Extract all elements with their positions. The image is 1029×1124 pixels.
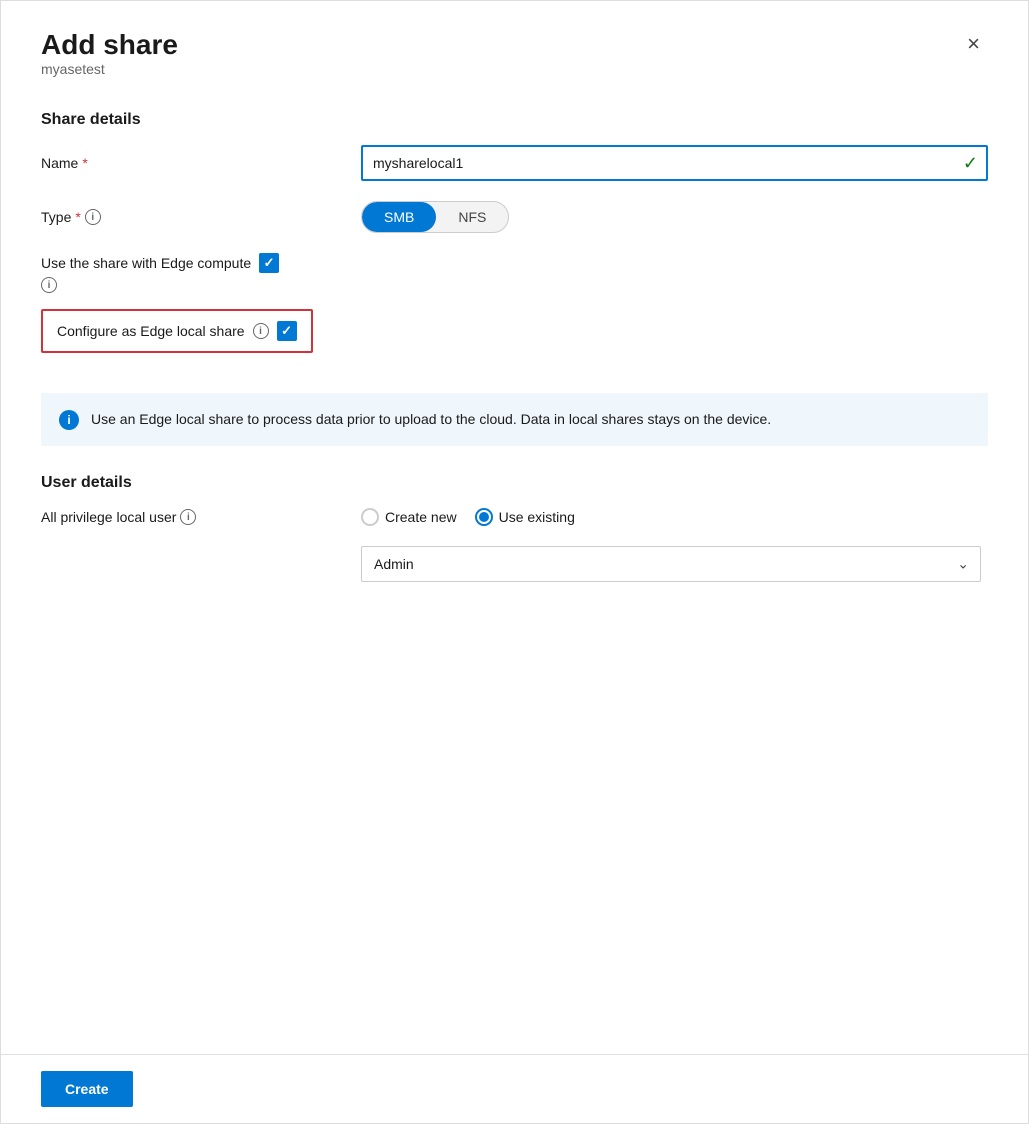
user-details-section: User details All privilege local user i … <box>41 474 988 582</box>
share-details-section: Share details Name * ✓ Type * i <box>41 111 988 446</box>
info-banner-icon: i <box>59 410 79 430</box>
privilege-user-row: All privilege local user i Create new Us… <box>41 508 988 526</box>
info-banner-text: Use an Edge local share to process data … <box>91 409 771 430</box>
create-button[interactable]: Create <box>41 1071 133 1107</box>
type-field-row: Type * i SMB NFS <box>41 201 988 233</box>
privilege-info-icon[interactable]: i <box>180 509 196 525</box>
dialog-title: Add share <box>41 29 178 61</box>
use-existing-radio-outer <box>475 508 493 526</box>
use-existing-label: Use existing <box>499 509 575 525</box>
edge-local-checkbox[interactable] <box>277 321 297 341</box>
create-new-option[interactable]: Create new <box>361 508 457 526</box>
add-share-dialog: Add share myasetest × Share details Name… <box>0 0 1029 1124</box>
check-icon: ✓ <box>963 153 978 174</box>
create-new-radio-outer <box>361 508 379 526</box>
edge-compute-label: Use the share with Edge compute <box>41 255 251 271</box>
type-toggle-group: SMB NFS <box>361 201 509 233</box>
user-details-title: User details <box>41 474 988 492</box>
type-info-icon[interactable]: i <box>85 209 101 225</box>
share-details-title: Share details <box>41 111 988 129</box>
info-banner: i Use an Edge local share to process dat… <box>41 393 988 446</box>
close-button[interactable]: × <box>959 29 988 59</box>
edge-local-box: Configure as Edge local share i <box>41 309 313 353</box>
use-existing-radio-inner <box>479 512 489 522</box>
dialog-footer: Create <box>1 1054 1028 1123</box>
type-required-star: * <box>75 209 80 225</box>
edge-compute-row: Use the share with Edge compute i <box>41 253 988 293</box>
name-label: Name * <box>41 155 361 171</box>
edge-local-wrapper: Configure as Edge local share i <box>41 309 988 373</box>
name-field-row: Name * ✓ <box>41 145 988 181</box>
use-existing-option[interactable]: Use existing <box>475 508 575 526</box>
privilege-label: All privilege local user i <box>41 509 361 525</box>
edge-local-label: Configure as Edge local share <box>57 323 245 339</box>
name-required-star: * <box>82 155 87 171</box>
user-type-radio-group: Create new Use existing <box>361 508 575 526</box>
name-input[interactable] <box>361 145 988 181</box>
create-new-label: Create new <box>385 509 457 525</box>
admin-dropdown-wrapper: Admin User1 User2 ⌄ <box>361 546 981 582</box>
name-input-wrapper: ✓ <box>361 145 988 181</box>
nfs-toggle[interactable]: NFS <box>436 202 508 232</box>
edge-local-info-icon[interactable]: i <box>253 323 269 339</box>
dialog-subtitle: myasetest <box>41 61 178 77</box>
admin-dropdown[interactable]: Admin User1 User2 <box>361 546 981 582</box>
smb-toggle[interactable]: SMB <box>362 202 436 232</box>
type-label: Type * i <box>41 209 361 225</box>
edge-compute-checkbox[interactable] <box>259 253 279 273</box>
edge-compute-info-icon[interactable]: i <box>41 277 57 293</box>
